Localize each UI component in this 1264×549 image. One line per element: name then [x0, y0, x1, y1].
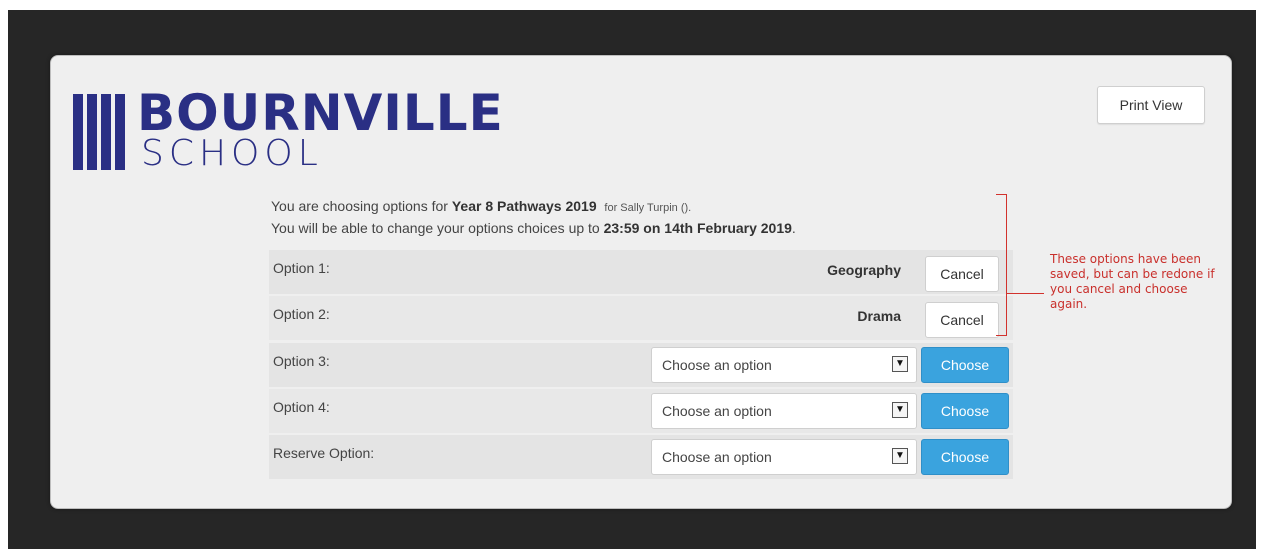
select-value: Choose an option [662, 449, 772, 465]
school-logo: BOURNVILLE SCHOOL [73, 84, 513, 180]
chevron-down-icon[interactable]: ▼ [892, 402, 908, 418]
cancel-button[interactable]: Cancel [925, 256, 999, 292]
option-row: Reserve Option: Choose an option ▼ Choos… [269, 435, 1013, 479]
chosen-subject: Geography [827, 262, 901, 278]
logo-bars-icon [73, 94, 137, 170]
chevron-down-icon[interactable]: ▼ [892, 448, 908, 464]
info-line-deadline: You will be able to change your options … [271, 220, 796, 236]
print-view-button[interactable]: Print View [1097, 86, 1205, 124]
option-label: Option 4: [273, 399, 330, 415]
select-value: Choose an option [662, 357, 772, 373]
option-row: Option 2: Drama Cancel [269, 296, 1013, 340]
choose-button[interactable]: Choose [921, 439, 1009, 475]
annotation-connector [1006, 293, 1044, 294]
select-value: Choose an option [662, 403, 772, 419]
annotation-note: These options have been saved, but can b… [1050, 252, 1215, 311]
option-row: Option 1: Geography Cancel [269, 250, 1013, 294]
option-select[interactable]: Choose an option ▼ [651, 439, 917, 475]
annotation-bracket [996, 194, 1007, 336]
option-label: Reserve Option: [273, 445, 375, 461]
choose-button[interactable]: Choose [921, 393, 1009, 429]
option-row: Option 4: Choose an option ▼ Choose [269, 389, 1013, 433]
chevron-down-icon[interactable]: ▼ [892, 356, 908, 372]
info-line-program: You are choosing options for Year 8 Path… [271, 198, 692, 214]
option-label: Option 3: [273, 353, 330, 369]
option-select[interactable]: Choose an option ▼ [651, 347, 917, 383]
logo-subword: SCHOOL [141, 133, 323, 174]
deadline: 23:59 on 14th February 2019 [603, 220, 792, 236]
student-name: for Sally Turpin (). [604, 202, 692, 214]
program-name: Year 8 Pathways 2019 [451, 198, 597, 214]
chosen-subject: Drama [857, 308, 901, 324]
option-select[interactable]: Choose an option ▼ [651, 393, 917, 429]
option-label: Option 1: [273, 260, 330, 276]
cancel-button[interactable]: Cancel [925, 302, 999, 338]
option-label: Option 2: [273, 306, 330, 322]
option-row: Option 3: Choose an option ▼ Choose [269, 343, 1013, 387]
choose-button[interactable]: Choose [921, 347, 1009, 383]
